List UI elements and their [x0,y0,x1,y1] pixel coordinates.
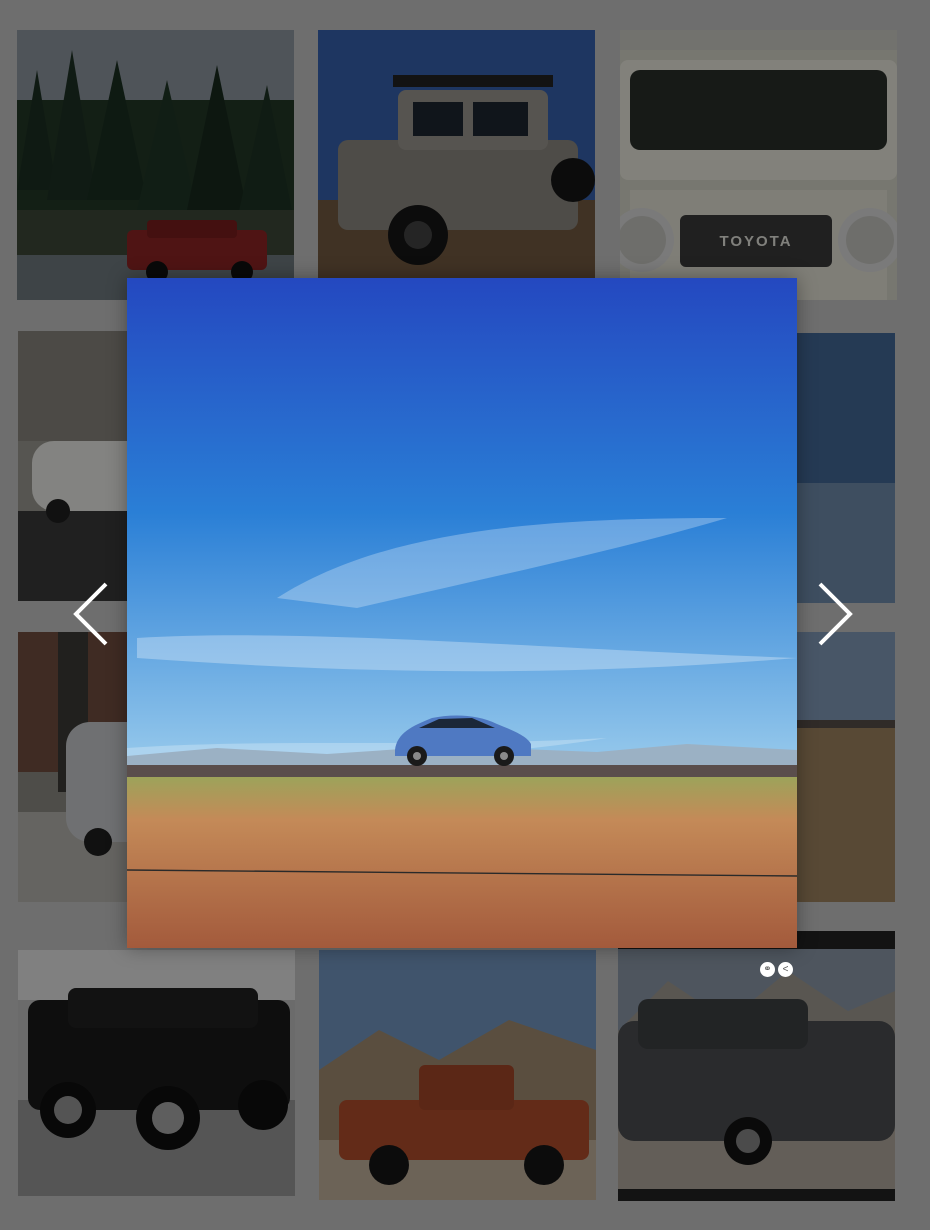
share-button[interactable]: < [778,962,793,977]
chevron-left-icon [73,582,108,646]
tile-actions: ⚭ < [760,962,793,977]
link-button[interactable]: ⚭ [760,962,775,977]
chevron-right-icon [818,582,853,646]
next-arrow-button[interactable] [812,580,856,648]
link-icon: ⚭ [763,963,772,975]
lightbox-image[interactable] [127,278,797,948]
share-icon: < [782,963,789,975]
prev-arrow-button[interactable] [70,580,114,648]
